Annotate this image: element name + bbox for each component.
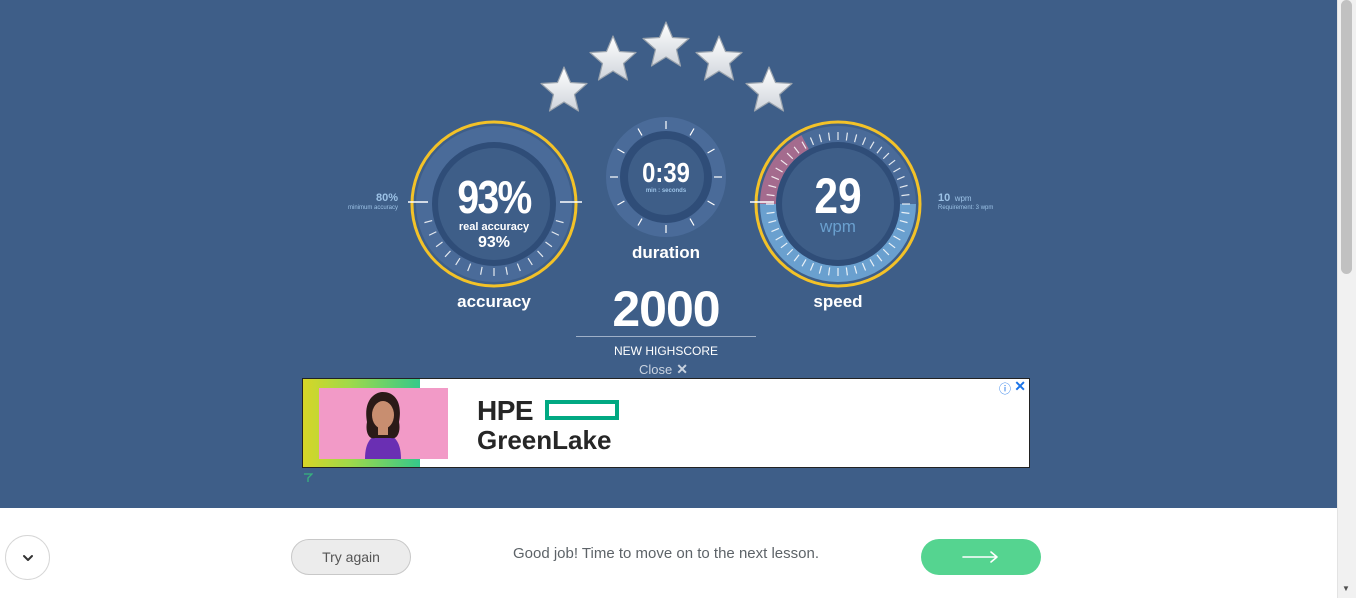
minimum-accuracy-value: 80% [375,192,398,204]
scroll-down-icon[interactable]: ▼ [1342,584,1350,593]
results-panel: 93% real accuracy 93% accuracy 80% minim… [0,0,1337,508]
minimum-accuracy-label: minimum accuracy [347,205,398,211]
advertisement[interactable]: HPE GreenLake ⓘ ✕ [302,378,1030,468]
ad-brand-line2: GreenLake [477,425,612,455]
star-icon [538,64,590,116]
score-caption: NEW HIGHSCORE [613,344,718,358]
ad-choices-icon[interactable] [303,473,314,486]
ad-photo [319,388,448,459]
star-icon [693,33,745,85]
try-again-button[interactable]: Try again [291,539,411,575]
star-icon [587,33,639,85]
highscore-block: 2000 NEW HIGHSCORE [576,282,756,360]
ad-brand-line1: HPE [477,395,534,426]
next-lesson-button[interactable] [921,539,1041,575]
score-value: 2000 [612,281,720,337]
close-label: Close [639,362,673,377]
real-accuracy-value: 93% [477,234,511,251]
ad-brand-logo [545,400,619,420]
star-icon [640,19,692,71]
accuracy-caption: accuracy [457,292,531,311]
close-icon[interactable]: ✕ [1014,379,1026,395]
chevron-down-icon [22,554,33,561]
duration-caption: duration [632,243,700,262]
footer-bar: Try again Good job! Time to move on to t… [0,508,1337,598]
speed-requirement-note: 10 wpm Requirement: 3 wpm [938,188,1008,211]
real-accuracy-label: real accuracy [458,221,530,233]
duration-unit-label: min : seconds [645,188,687,194]
speed-requirement-value: 10 [938,192,951,204]
speed-requirement-unit: wpm [954,194,972,203]
minimum-accuracy-note: 80% minimum accuracy [330,188,398,211]
star-icon [743,64,795,116]
info-icon[interactable]: ⓘ [999,380,1011,397]
speed-caption: speed [813,292,863,311]
duration-value: 0:39 [642,157,690,188]
speed-unit: wpm [820,217,856,236]
accuracy-value: 93% [457,171,532,223]
close-button[interactable]: Close ✕ [639,361,688,378]
speed-requirement-label: Requirement: 3 wpm [938,205,994,211]
scrollbar-thumb[interactable] [1341,0,1352,274]
arrow-right-icon [962,551,998,563]
toggle-button[interactable] [5,535,50,580]
close-icon: ✕ [676,361,688,377]
result-message: Good job! Time to move on to the next le… [512,545,819,562]
scrollbar[interactable]: ▼ [1337,0,1356,598]
